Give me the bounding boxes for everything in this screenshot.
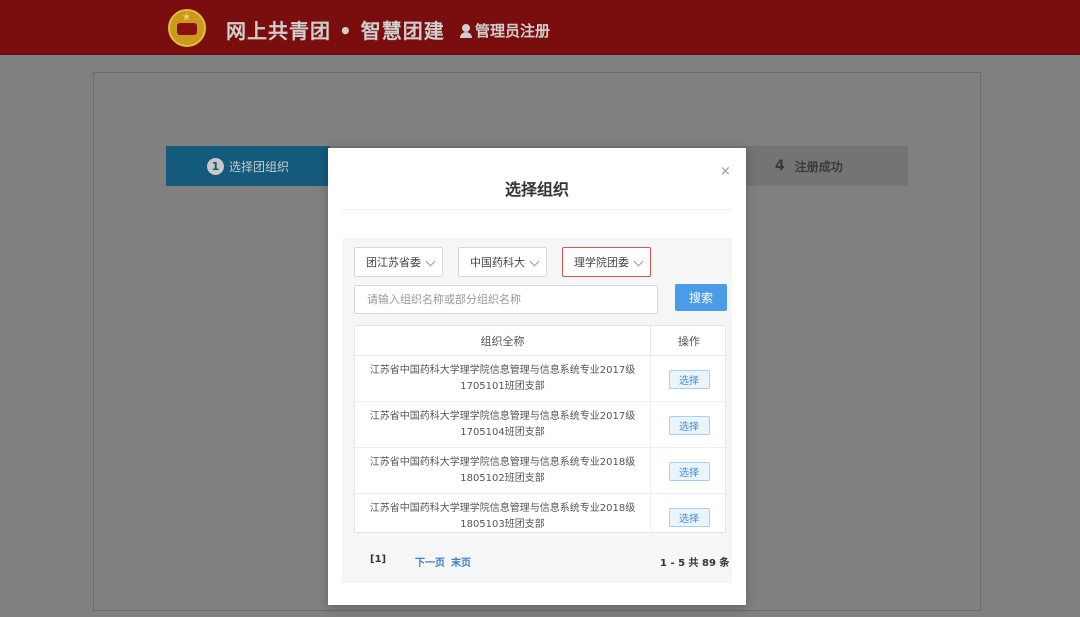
table-row: 江苏省中国药科大学理学院信息管理与信息系统专业2017级1705101班团支部 … [355, 356, 725, 402]
choose-button[interactable]: 选择 [668, 507, 710, 527]
pagination-next-link[interactable]: 下一页 [415, 554, 445, 569]
org-name-cell: 江苏省中国药科大学理学院信息管理与信息系统专业2017级1705101班团支部 [355, 356, 651, 402]
step-4-register-success: 4 注册成功 [745, 146, 905, 186]
step-4-label: 注册成功 [794, 159, 843, 174]
modal-body: 团江苏省委 中国药科大学 理学院团委 搜索 组织全称 操作 江苏省中国药科大学理… [342, 238, 732, 583]
close-icon[interactable]: × [720, 164, 731, 179]
step-1-label: 选择团组织 [228, 159, 289, 174]
select-org-modal: 选择组织 × 团江苏省委 中国药科大学 理学院团委 搜索 组织全称 操作 江苏省… [328, 148, 746, 605]
org-name-cell: 江苏省中国药科大学理学院信息管理与信息系统专业2017级1705104班团支部 [355, 402, 651, 448]
column-header-name: 组织全称 [355, 326, 651, 356]
column-header-operation: 操作 [678, 335, 700, 348]
search-button[interactable]: 搜索 [675, 284, 727, 311]
step-1-number: 1 [206, 157, 224, 175]
org-table: 组织全称 操作 江苏省中国药科大学理学院信息管理与信息系统专业2017级1705… [354, 325, 726, 533]
pagination-info: 1 - 5 共 89 条 [660, 558, 730, 569]
step-4-number: 4 [775, 158, 785, 174]
choose-button[interactable]: 选择 [668, 369, 710, 389]
flag-icon [177, 23, 197, 35]
university-select-value: 中国药科大学 [470, 256, 526, 269]
pagination-current-page: [1] [370, 554, 387, 565]
org-search-input[interactable] [354, 285, 658, 314]
org-name-cell: 江苏省中国药科大学理学院信息管理与信息系统专业2018级1805103班团支部 [355, 494, 651, 532]
admin-register-link[interactable]: 管理员注册 [459, 20, 550, 41]
province-select[interactable]: 团江苏省委 [354, 247, 443, 277]
choose-button[interactable]: 选择 [668, 415, 710, 435]
college-select-value: 理学院团委 [574, 256, 629, 269]
admin-register-label: 管理员注册 [475, 22, 551, 40]
modal-divider [342, 209, 732, 210]
college-select[interactable]: 理学院团委 [562, 247, 651, 277]
pagination-last-link[interactable]: 末页 [451, 554, 471, 569]
user-icon [459, 23, 473, 38]
table-body[interactable]: 江苏省中国药科大学理学院信息管理与信息系统专业2017级1705101班团支部 … [355, 356, 725, 532]
org-name-cell: 江苏省中国药科大学理学院信息管理与信息系统专业2018级1805102班团支部 [355, 448, 651, 494]
province-select-value: 团江苏省委 [366, 256, 421, 269]
chevron-down-icon [529, 256, 540, 267]
table-row: 江苏省中国药科大学理学院信息管理与信息系统专业2018级1805103班团支部 … [355, 494, 725, 532]
top-header: ★ 网上共青团 • 智慧团建 管理员注册 [0, 0, 1080, 55]
choose-button[interactable]: 选择 [668, 461, 710, 481]
modal-title: 选择组织 [504, 180, 569, 199]
youth-league-logo-icon: ★ [168, 9, 206, 47]
chevron-down-icon [425, 256, 436, 267]
table-row: 江苏省中国药科大学理学院信息管理与信息系统专业2017级1705104班团支部 … [355, 402, 725, 448]
university-select[interactable]: 中国药科大学 [458, 247, 547, 277]
step-1-select-org: 1 选择团组织 [166, 146, 330, 186]
site-title: 网上共青团 • 智慧团建 [226, 19, 445, 43]
star-icon: ★ [182, 12, 191, 23]
chevron-down-icon [633, 256, 644, 267]
table-row: 江苏省中国药科大学理学院信息管理与信息系统专业2018级1805102班团支部 … [355, 448, 725, 494]
table-header: 组织全称 操作 [355, 326, 725, 356]
